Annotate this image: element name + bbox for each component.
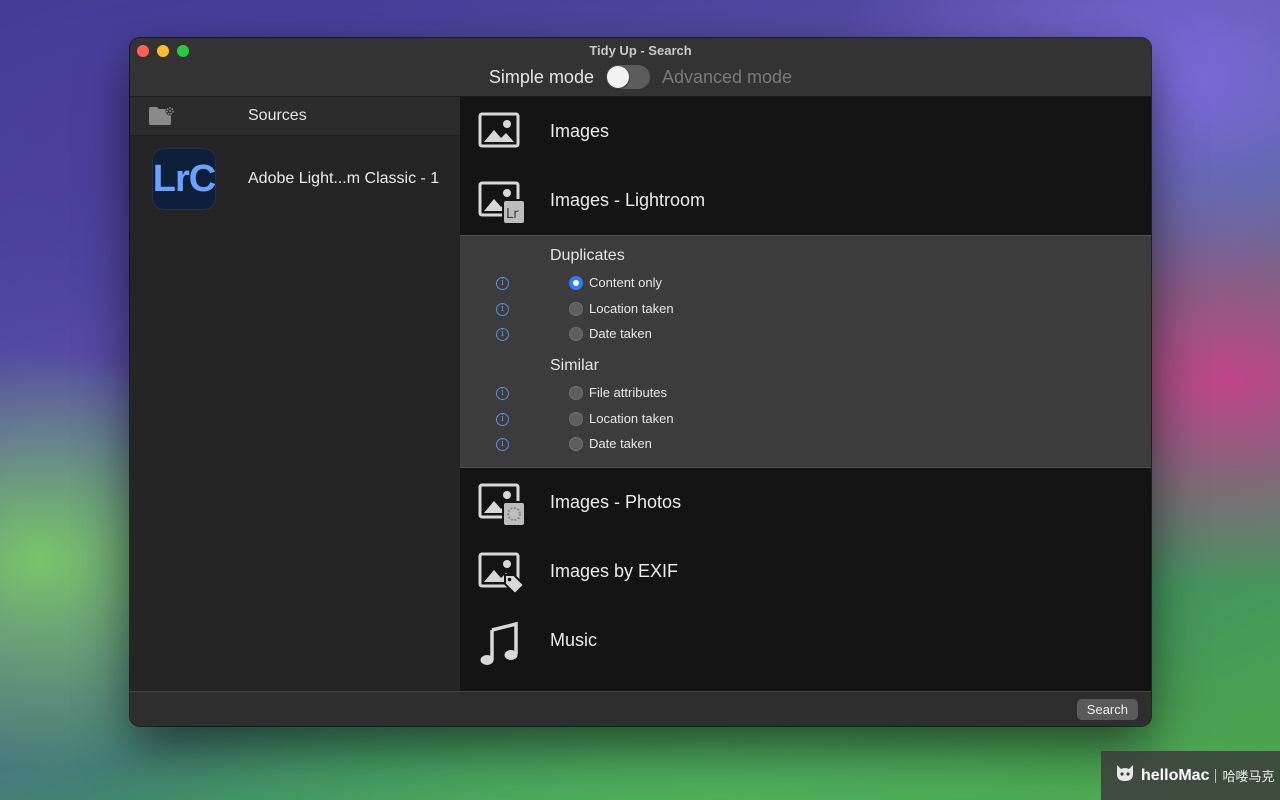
radio-button[interactable] [569,302,583,316]
duplicates-heading: Duplicates [550,247,625,264]
option-duplicates-date-taken[interactable]: i Date taken [460,324,1151,346]
cat-logo-icon [1115,764,1135,787]
advanced-mode-label: Advanced mode [661,66,793,87]
list-item-music[interactable]: Music [460,606,1151,675]
add-folder-icon[interactable] [148,105,176,132]
radio-button[interactable] [569,386,583,400]
option-duplicates-location-taken[interactable]: i Location taken [460,299,1151,321]
simple-mode-label: Simple mode [488,66,594,87]
info-icon[interactable]: i [496,413,509,426]
radio-button[interactable] [569,437,583,451]
sources-label: Sources [248,107,307,124]
list-item-images-by-exif[interactable]: Images by EXIF [460,537,1151,606]
music-note-icon [478,620,522,665]
search-button[interactable]: Search [1076,699,1138,720]
radio-button[interactable] [569,276,583,290]
mode-switcher: Simple mode Advanced mode [130,65,1151,89]
window-title: Tidy Up - Search [589,43,692,58]
row-label: Images - Lightroom [550,190,706,210]
lightroom-badge: Lr [506,207,519,222]
row-label: Images [550,121,610,141]
list-item-images-photos[interactable]: Images - Photos [460,468,1151,537]
lightroom-options-panel: Duplicates i Content only i Location tak… [460,235,1151,468]
option-file-attributes[interactable]: i File attributes [460,383,1151,405]
row-label: Music [550,630,598,650]
image-exif-icon [478,551,526,596]
option-label: Location taken [589,301,674,316]
option-label: Date taken [589,326,652,341]
info-icon[interactable]: i [496,328,509,341]
watermark-brand: helloMac [1141,766,1210,784]
radio-button[interactable] [569,327,583,341]
divider [1215,768,1217,783]
option-similar-date-taken[interactable]: i Date taken [460,434,1151,456]
list-item-images[interactable]: Images [460,97,1151,166]
list-item-partial [460,675,1151,691]
info-icon[interactable]: i [496,387,509,400]
image-icon [478,111,522,155]
row-label: Images - Photos [550,492,682,512]
watermark: helloMac 哈喽马克 [1101,751,1280,800]
toggle-knob [606,66,629,88]
option-content-only[interactable]: i Content only [460,273,1151,295]
lightroom-classic-icon: LrC [152,148,216,210]
similar-heading: Similar [550,357,599,374]
info-icon[interactable]: i [496,303,509,316]
sources-header: Sources [130,97,460,136]
option-label: Content only [589,275,662,290]
info-icon[interactable]: i [496,438,509,451]
mode-toggle[interactable] [605,65,650,89]
option-label: Date taken [589,436,652,451]
source-item-lightroom[interactable]: LrC Adobe Light...m Classic - 1 [130,136,460,226]
image-photos-icon [478,482,526,527]
option-similar-location-taken[interactable]: i Location taken [460,409,1151,431]
source-item-label: Adobe Light...m Classic - 1 [248,170,440,187]
radio-button[interactable] [569,412,583,426]
search-types-list: Images Lr Images - Lightroom Duplicates … [460,97,1151,691]
watermark-cn: 哈喽马克 [1222,769,1275,784]
app-window: Tidy Up - Search Simple mode Advanced mo… [130,38,1151,726]
sources-sidebar: Sources LrC Adobe Light...m Classic - 1 [130,97,460,691]
info-icon[interactable]: i [496,277,509,290]
footer-bar: Search [130,691,1151,726]
title-bar: Tidy Up - Search Simple mode Advanced mo… [130,38,1151,97]
row-label: Images by EXIF [550,561,679,581]
option-label: File attributes [589,385,668,400]
list-item-images-lightroom[interactable]: Lr Images - Lightroom [460,166,1151,235]
option-label: Location taken [589,411,674,426]
